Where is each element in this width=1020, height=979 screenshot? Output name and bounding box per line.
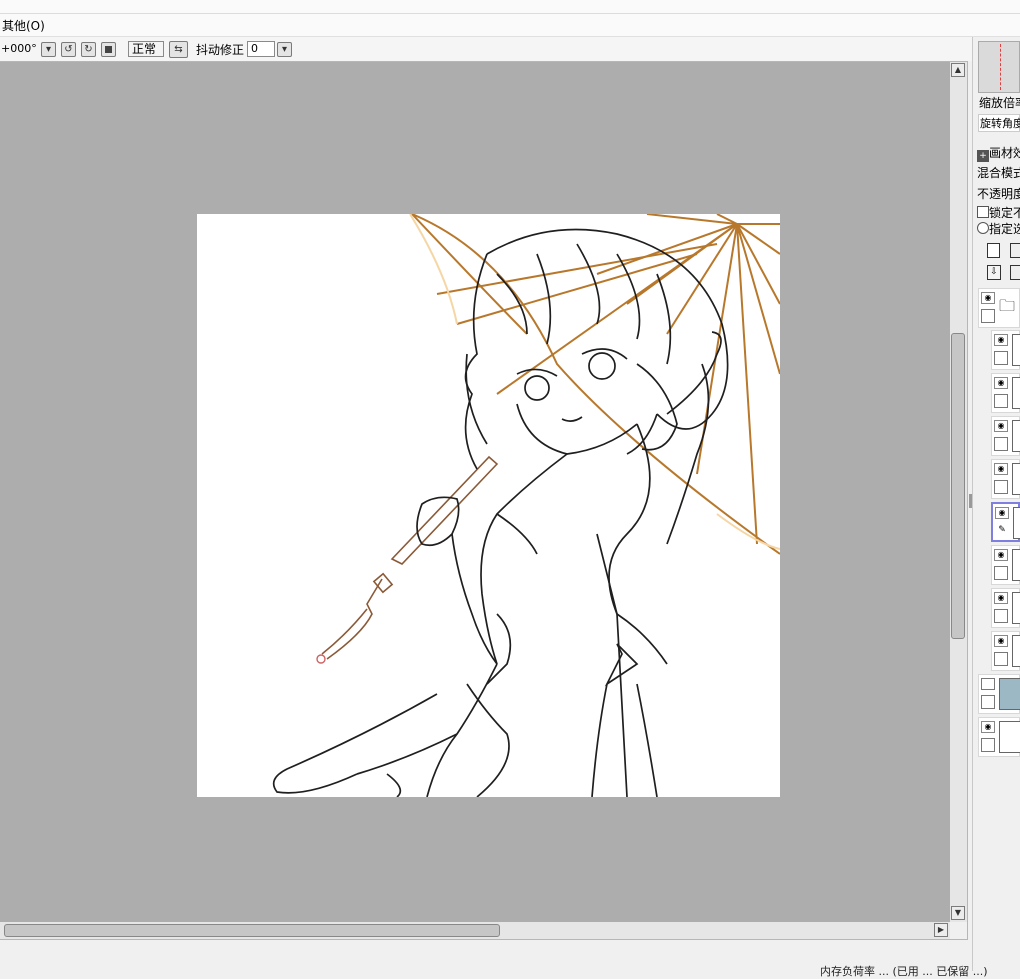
layer-thumbnail	[999, 721, 1020, 753]
layer-item-background[interactable]: ◉	[978, 717, 1020, 757]
vertical-scroll-thumb[interactable]	[951, 333, 965, 639]
stabilizer-select[interactable]: 0	[247, 41, 275, 57]
layer-item[interactable]: ◉	[991, 416, 1020, 456]
lock-label: 锁定不透明度	[989, 206, 1020, 220]
paper-texture-header[interactable]: +画材效果	[977, 145, 1020, 162]
new-layer-icon[interactable]	[987, 243, 1000, 258]
menu-other[interactable]: 其他(O)	[2, 17, 45, 34]
layer-checkbox[interactable]	[981, 695, 995, 709]
rotate-right-icon: ↻	[84, 43, 93, 55]
eye-icon[interactable]: ◉	[994, 463, 1008, 475]
merge-layer-icon[interactable]	[1010, 265, 1020, 280]
navigator-viewport-line	[1000, 44, 1001, 90]
arrow-right-icon: ▶	[937, 925, 945, 934]
eye-icon[interactable]: ◉	[994, 334, 1008, 346]
select-label: 指定选区	[989, 222, 1020, 236]
layer-checkbox[interactable]	[994, 609, 1008, 623]
pen-icon: ✎	[995, 524, 1009, 538]
eye-icon[interactable]: ◉	[981, 292, 995, 304]
blend-mode-button[interactable]: 正常	[128, 41, 164, 57]
layer-thumbnail	[1013, 507, 1020, 539]
layer-checkbox[interactable]	[994, 566, 1008, 580]
drawing-canvas[interactable]	[197, 214, 780, 797]
rotate-left-icon: ↺	[64, 43, 73, 55]
layer-thumbnail	[1012, 334, 1020, 366]
layer-folder[interactable]: ◉ 🗀	[978, 288, 1020, 328]
menu-bar: 其他(O)	[0, 14, 1020, 37]
layer-item[interactable]: ◉	[991, 545, 1020, 585]
arrow-down-icon: ▼	[954, 908, 962, 917]
flip-icon: ⇆	[174, 43, 183, 55]
layer-item-active[interactable]: ◉ ✎	[991, 502, 1020, 542]
layer-thumbnail	[1012, 549, 1020, 581]
panel-splitter-handle[interactable]	[969, 494, 972, 508]
navigator-preview[interactable]	[978, 41, 1020, 93]
eye-icon[interactable]: ◉	[994, 592, 1008, 604]
status-bar: 内存负荷率 ... (已用 ... 已保留 ...)	[820, 965, 988, 978]
square-icon	[105, 46, 112, 53]
layer-checkbox[interactable]	[994, 652, 1008, 666]
layer-thumbnail	[1012, 635, 1020, 667]
rotation-dropdown-button[interactable]: ▾	[41, 42, 56, 57]
lock-opacity-option[interactable]: 锁定不透明度	[977, 205, 1020, 221]
select-option[interactable]: 指定选区	[977, 221, 1020, 237]
layer-item-image[interactable]	[978, 674, 1020, 714]
scroll-up-button[interactable]: ▲	[951, 63, 965, 77]
horizontal-scroll-thumb[interactable]	[4, 924, 500, 937]
opacity-label: 不透明度	[977, 187, 1020, 201]
eye-hidden-icon[interactable]	[981, 678, 995, 690]
layer-item[interactable]: ◉	[991, 459, 1020, 499]
eye-icon[interactable]: ◉	[994, 377, 1008, 389]
flip-horizontal-button[interactable]: ⇆	[169, 41, 188, 58]
arrow-up-icon: ▲	[954, 65, 962, 74]
scroll-down-button[interactable]: ▼	[951, 906, 965, 920]
chevron-down-icon: ▾	[281, 43, 288, 55]
eye-icon[interactable]: ◉	[994, 420, 1008, 432]
rotate-left-button[interactable]: ↺	[61, 42, 76, 57]
layer-checkbox[interactable]	[994, 351, 1008, 365]
eye-icon[interactable]: ◉	[981, 721, 995, 733]
rotate-label: 旋转角度	[980, 117, 1020, 130]
paper-texture-label: 画材效果	[989, 146, 1020, 160]
layer-item[interactable]: ◉	[991, 631, 1020, 671]
stabilizer-dropdown-button[interactable]: ▾	[277, 42, 292, 57]
eye-icon[interactable]: ◉	[994, 549, 1008, 561]
layer-checkbox[interactable]	[981, 309, 995, 323]
layer-thumbnail	[999, 678, 1020, 710]
eye-icon[interactable]: ◉	[994, 635, 1008, 647]
stabilizer-label: 抖动修正	[196, 43, 245, 57]
scroll-right-button[interactable]: ▶	[934, 923, 948, 937]
folder-icon: 🗀	[999, 296, 1016, 315]
layer-checkbox[interactable]	[994, 394, 1008, 408]
zoom-label: 缩放倍率	[979, 96, 1020, 110]
reset-rotation-button[interactable]	[101, 42, 116, 57]
select-radio[interactable]	[977, 222, 989, 234]
layer-item[interactable]: ◉	[991, 588, 1020, 628]
blend-mode-label: 混合模式	[977, 166, 1020, 180]
layer-thumbnail	[1012, 377, 1020, 409]
canvas-toolbar: +000° ▾ ↺ ↻ 正常 ⇆ 抖动修正 0 ▾	[0, 37, 972, 61]
layer-thumbnail	[1012, 420, 1020, 452]
lineart-illustration	[272, 214, 780, 797]
layer-thumbnail	[1012, 463, 1020, 495]
title-strip	[0, 0, 1020, 14]
layer-thumbnail	[1012, 592, 1020, 624]
expand-icon: +	[977, 150, 989, 162]
layer-checkbox[interactable]	[994, 437, 1008, 451]
layer-checkbox[interactable]	[994, 480, 1008, 494]
eye-icon[interactable]: ◉	[995, 507, 1009, 519]
layer-checkbox[interactable]	[981, 738, 995, 752]
layer-item[interactable]: ◉	[991, 373, 1020, 413]
lock-checkbox[interactable]	[977, 206, 989, 218]
copy-layer-icon[interactable]: ⇩	[987, 265, 1001, 280]
layer-item[interactable]: ◉	[991, 330, 1020, 370]
new-layer-set-icon[interactable]	[1010, 243, 1020, 258]
rotate-right-button[interactable]: ↻	[81, 42, 96, 57]
rotation-value: +000°	[1, 42, 37, 55]
chevron-down-icon: ▾	[45, 43, 52, 55]
